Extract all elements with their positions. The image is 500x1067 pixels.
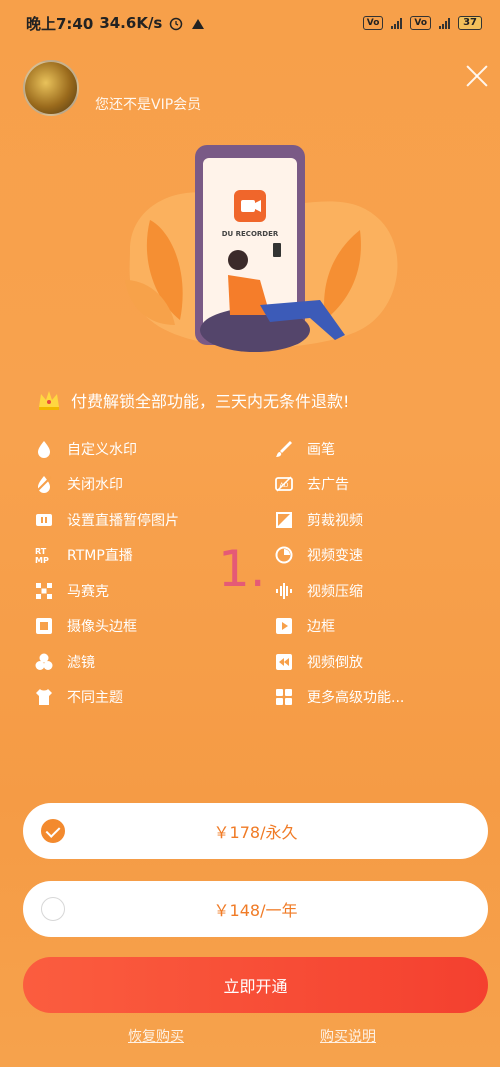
reverse-icon xyxy=(276,653,292,670)
person-phone xyxy=(273,243,281,257)
feature-filter: 滤镜 xyxy=(35,653,275,671)
feature-compress: 视频压缩 xyxy=(275,582,475,600)
feature-pause-image: 设置直播暂停图片 xyxy=(35,511,275,529)
feature-more: 更多高级功能... xyxy=(275,689,475,706)
pause-image-icon xyxy=(36,513,52,526)
camera-frame-icon xyxy=(36,618,52,635)
feature-custom-watermark: 自定义水印 xyxy=(35,440,275,458)
feature-brush: 画笔 xyxy=(275,440,475,458)
promo-headline: 付费解锁全部功能，三天内无条件退款! xyxy=(37,388,349,412)
annotation-number: 1. xyxy=(218,540,266,598)
plan-yearly-label: ￥148/一年 xyxy=(213,901,298,920)
feature-speed: 视频变速 xyxy=(275,546,475,564)
feature-no-ads: AD 去广告 xyxy=(275,476,475,493)
feature-theme: 不同主题 xyxy=(35,689,275,706)
feature-remove-watermark: 关闭水印 xyxy=(35,476,275,494)
volte-icon-2: Vo xyxy=(410,16,432,30)
status-time: 晚上7:40 xyxy=(26,14,94,33)
signal-icon-2 xyxy=(439,17,451,29)
custom-watermark-icon xyxy=(38,440,50,458)
plan-lifetime-label: ￥178/永久 xyxy=(213,823,298,842)
rtmp-icon: RTMP xyxy=(35,547,49,564)
speed-icon xyxy=(275,546,293,564)
no-ads-icon: AD xyxy=(275,476,293,492)
volte-icon: Vo xyxy=(362,16,384,30)
vip-status-text: 您还不是VIP会员 xyxy=(95,97,202,113)
feature-border: 边框 xyxy=(275,618,475,635)
plan-yearly[interactable]: ￥148/一年 xyxy=(23,881,488,937)
restore-purchase-link[interactable]: 恢复购买 xyxy=(128,1026,184,1046)
person-head xyxy=(228,250,248,270)
plan-lifetime[interactable]: ￥178/永久 xyxy=(23,803,488,859)
theme-icon xyxy=(36,689,52,706)
radio-checked-icon[interactable] xyxy=(41,819,65,843)
status-bar: 晚上7:40 34.6K/s Vo Vo 37 xyxy=(0,0,500,46)
svg-text:MP: MP xyxy=(35,556,49,564)
remove-watermark-icon xyxy=(36,476,52,494)
purchase-info-link[interactable]: 购买说明 xyxy=(320,1026,376,1046)
mosaic-icon xyxy=(36,582,52,599)
radio-unchecked-icon[interactable] xyxy=(41,897,65,921)
svg-text:RT: RT xyxy=(35,547,47,556)
feature-crop-video: 剪裁视频 xyxy=(275,511,475,529)
hero-illustration: DU RECORDER xyxy=(125,145,398,352)
avatar[interactable] xyxy=(23,60,79,116)
border-icon xyxy=(276,618,292,635)
feature-camera-frame: 摄像头边框 xyxy=(35,618,275,635)
brush-icon xyxy=(276,440,292,457)
headline-text: 付费解锁全部功能，三天内无条件退款! xyxy=(71,392,350,411)
status-network-speed: 34.6K/s xyxy=(99,14,163,32)
more-icon xyxy=(276,689,292,706)
crown-icon xyxy=(39,391,59,410)
app-label: DU RECORDER xyxy=(222,230,279,238)
feature-reverse: 视频倒放 xyxy=(275,653,475,671)
compress-icon xyxy=(276,582,292,599)
battery-icon: 37 xyxy=(458,16,482,30)
subscribe-button[interactable]: 立即开通 xyxy=(23,957,488,1013)
crop-icon xyxy=(276,511,292,528)
signal-icon xyxy=(391,17,403,29)
alarm-icon xyxy=(170,17,183,31)
filter-icon xyxy=(35,653,53,670)
close-icon[interactable] xyxy=(463,62,491,90)
app-notification-icon xyxy=(192,19,205,29)
